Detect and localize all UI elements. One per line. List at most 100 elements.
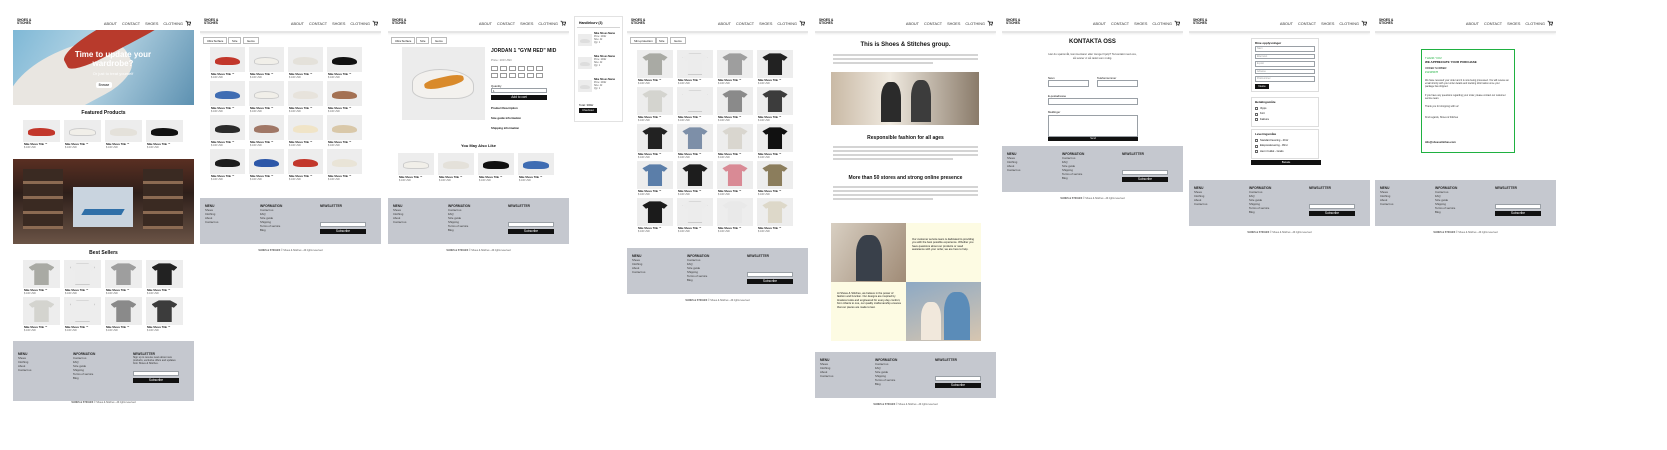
footer-email-input[interactable]	[1495, 204, 1541, 209]
product-card[interactable]: Nike Shoes Title ™ $ 100 USD	[146, 297, 183, 332]
checkout-button[interactable]: Checkout	[579, 108, 597, 113]
cart-icon[interactable]	[1174, 20, 1180, 26]
footer-subscribe-button[interactable]: Subscribe	[320, 229, 366, 234]
nav-about[interactable]: ABOUT	[291, 22, 304, 26]
nav-contact[interactable]: CONTACT	[924, 22, 942, 26]
option-checkbox[interactable]	[1255, 139, 1258, 142]
footer-menu-links[interactable]: Shoes Clothing About Contact us	[205, 208, 218, 224]
product-card[interactable]: Nike Shoes Title ™ $ 100 USD	[249, 149, 284, 181]
site-logo[interactable]: SHOES & STICHES	[631, 18, 647, 26]
quantity-input[interactable]: 1	[491, 88, 547, 93]
product-card[interactable]: Nike Shoes Title ™ $ 100 USD	[288, 149, 323, 181]
filter-size[interactable]: Size	[655, 37, 669, 44]
product-card[interactable]: Nike Shoes Title ™ $ 100 USD	[717, 161, 753, 196]
product-card[interactable]: Nike Shoes Title ™ $ 100 USD	[327, 47, 362, 79]
nav-clothing[interactable]: CLOTHING	[350, 22, 370, 26]
product-card[interactable]: Nike Shoes Title ™ $ 100 USD	[146, 260, 183, 295]
site-logo[interactable]: SHOES & STICHES	[1006, 18, 1022, 26]
size-option[interactable]	[500, 66, 507, 71]
nav-contact[interactable]: CONTACT	[309, 22, 327, 26]
footer-menu-links[interactable]: Shoes Clothing About Contact us	[1194, 190, 1207, 206]
size-option[interactable]	[536, 73, 543, 78]
filter-size[interactable]: Size	[416, 37, 430, 44]
confirmation-email[interactable]: info@shoesstitches.com	[1425, 141, 1456, 144]
add-to-cart-button[interactable]: Add to cart	[491, 95, 547, 100]
product-card[interactable]: Nike Shoes Title ™ $ 100 USD	[249, 115, 284, 147]
filter-genre[interactable]: Genre	[431, 37, 447, 44]
footer-menu-links[interactable]: Shoes Clothing About Contact us	[820, 362, 833, 378]
product-card[interactable]: Nike Shoes Title ™ $ 100 USD	[288, 47, 323, 79]
product-card[interactable]: Nike Shoes Title ™ $ 100 USD	[757, 161, 793, 196]
product-card[interactable]: Nike Shoes Title ™ $ 100 USD	[637, 124, 673, 159]
size-option[interactable]	[500, 73, 507, 78]
nav-shoes[interactable]: SHOES	[520, 22, 533, 26]
cart-icon[interactable]	[1547, 20, 1553, 26]
email-input[interactable]	[1048, 98, 1138, 105]
size-option[interactable]	[491, 66, 498, 71]
product-card[interactable]: Nike Shoes Title ™ $ 100 USD	[23, 297, 60, 332]
checkout-input[interactable]: Adresse	[1255, 68, 1315, 74]
footer-email-input[interactable]	[320, 222, 366, 227]
cart-icon[interactable]	[987, 20, 993, 26]
size-option[interactable]	[518, 73, 525, 78]
cart-icon[interactable]	[185, 20, 191, 26]
footer-info-links[interactable]: Contact us FAQ Size guide Shipping Terms…	[1062, 156, 1082, 180]
filter-ultra-surface[interactable]: Ultra Surface	[203, 37, 228, 44]
product-card[interactable]: Nike Shoes Title ™ $ 100 USD	[637, 87, 673, 122]
product-card[interactable]: Nike Shoes Title ™ $ 100 USD	[637, 198, 673, 233]
product-card[interactable]: Nike Shoes Title ™ $ 100 USD	[677, 87, 713, 122]
nav-about[interactable]: ABOUT	[104, 22, 117, 26]
footer-subscribe-button[interactable]: Subscribe	[508, 229, 554, 234]
footer-menu-links[interactable]: Shoes Clothing About Contact us	[1380, 190, 1393, 206]
pay-button[interactable]: Betale	[1251, 160, 1321, 165]
product-card[interactable]: Nike Shoes Title ™ $ 100 USD	[105, 297, 142, 332]
nav-contact[interactable]: CONTACT	[122, 22, 140, 26]
footer-menu-links[interactable]: Shoes Clothing About Contact us	[393, 208, 406, 224]
footer-email-input[interactable]	[747, 272, 793, 277]
product-card[interactable]: Nike Shoes Title ™ $ 100 USD	[146, 120, 183, 149]
footer-subscribe-button[interactable]: Subscribe	[747, 279, 793, 284]
footer-info-links[interactable]: Contact us FAQ Size guide Shipping Terms…	[1249, 190, 1269, 214]
product-card[interactable]: Nike Shoes Title ™ $ 100 USD	[518, 153, 554, 182]
nav-about[interactable]: ABOUT	[718, 22, 731, 26]
product-card[interactable]: Nike Shoes Title ™ $ 100 USD	[64, 120, 101, 149]
shipping-info-link[interactable]: Shipping information	[491, 126, 519, 130]
size-option[interactable]	[509, 66, 516, 71]
cart-icon[interactable]	[560, 20, 566, 26]
nav-shoes[interactable]: SHOES	[759, 22, 772, 26]
nav-contact[interactable]: CONTACT	[497, 22, 515, 26]
product-card[interactable]: Nike Shoes Title ™ $ 100 USD	[249, 81, 284, 113]
product-card[interactable]: Nike Shoes Title ™ $ 100 USD	[210, 47, 245, 79]
product-card[interactable]: Nike Shoes Title ™ $ 100 USD	[637, 50, 673, 85]
size-guide-link[interactable]: Size guide information	[491, 116, 521, 120]
product-card[interactable]: Nike Shoes Title ™ $ 100 USD	[327, 81, 362, 113]
nav-clothing[interactable]: CLOTHING	[1339, 22, 1359, 26]
footer-email-input[interactable]	[1309, 204, 1355, 209]
footer-email-input[interactable]	[133, 371, 179, 376]
size-option[interactable]	[509, 73, 516, 78]
filter-size[interactable]: Size	[228, 37, 242, 44]
product-description-link[interactable]: Product Description	[491, 106, 518, 110]
nav-clothing[interactable]: CLOTHING	[538, 22, 558, 26]
site-logo[interactable]: SHOES & STICHES	[819, 18, 835, 26]
product-card[interactable]: Nike Shoes Title ™ $ 100 USD	[327, 149, 362, 181]
site-logo[interactable]: SHOES & STICHES	[17, 18, 33, 26]
name-input[interactable]	[1048, 80, 1089, 87]
product-card[interactable]: Nike Shoes Title ™ $ 100 USD	[398, 153, 434, 182]
phone-input[interactable]	[1097, 80, 1138, 87]
product-card[interactable]: Nike Shoes Title ™ $ 100 USD	[677, 124, 713, 159]
footer-info-links[interactable]: Contact us FAQ Size guide Shipping Terms…	[260, 208, 280, 232]
product-card[interactable]: Nike Shoes Title ™ $ 100 USD	[717, 124, 753, 159]
product-card[interactable]: Nike Shoes Title ™ $ 100 USD	[757, 87, 793, 122]
filter-genre[interactable]: Genre	[670, 37, 686, 44]
nav-clothing[interactable]: CLOTHING	[1525, 22, 1545, 26]
product-card[interactable]: Nike Shoes Title ™ $ 100 USD	[210, 149, 245, 181]
size-option[interactable]	[536, 66, 543, 71]
product-card[interactable]: Nike Shoes Title ™ $ 100 USD	[210, 81, 245, 113]
footer-menu-links[interactable]: Shoes Clothing About Contact us	[632, 258, 645, 274]
footer-info-links[interactable]: Contact us FAQ Size guide Shipping Terms…	[73, 356, 93, 380]
footer-email-input[interactable]	[935, 376, 981, 381]
site-logo[interactable]: SHOES & STICHES	[392, 18, 408, 26]
product-card[interactable]: Nike Shoes Title ™ $ 100 USD	[64, 297, 101, 332]
nav-shoes[interactable]: SHOES	[145, 22, 158, 26]
